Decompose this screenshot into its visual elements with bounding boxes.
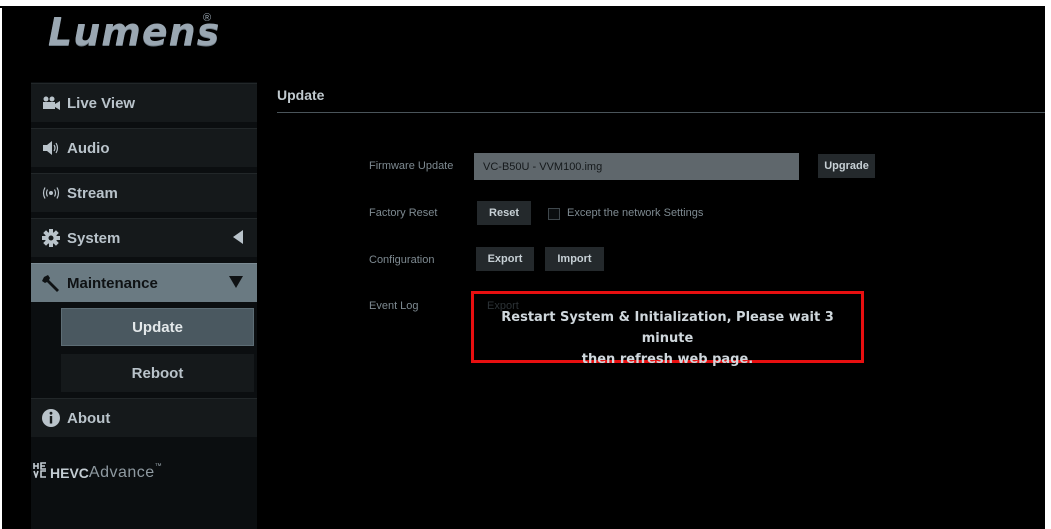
broadcast-icon <box>39 185 63 201</box>
event-log-label: Event Log <box>369 300 419 312</box>
sidebar-item-system[interactable]: System <box>31 218 257 257</box>
restart-notice-text: Restart System & Initialization, Please … <box>474 307 861 370</box>
subitem-reboot[interactable]: Reboot <box>61 354 254 392</box>
restart-notice-line2: then refresh web page. <box>581 352 754 367</box>
hevc-icon <box>33 462 47 483</box>
wrench-icon <box>39 274 63 292</box>
lumens-logo: Lumens <box>48 10 221 54</box>
sidebar-item-label: Maintenance <box>67 274 158 292</box>
firmware-update-label: Firmware Update <box>369 160 454 172</box>
collapse-arrow-icon <box>233 230 243 248</box>
sidebar-item-label: Audio <box>67 139 110 157</box>
reset-button[interactable]: Reset <box>477 201 531 225</box>
except-network-checkbox[interactable] <box>548 208 560 220</box>
gear-icon <box>39 228 63 248</box>
configuration-label: Configuration <box>369 254 435 266</box>
restart-notice-line1: Restart System & Initialization, Please … <box>501 310 834 346</box>
video-camera-icon <box>39 95 63 111</box>
title-divider <box>277 112 1045 113</box>
sidebar-item-label: Live View <box>67 94 136 112</box>
subitem-update[interactable]: Update <box>61 308 254 346</box>
sidebar-item-audio[interactable]: Audio <box>31 128 257 167</box>
upgrade-button[interactable]: Upgrade <box>818 154 875 178</box>
speaker-icon <box>39 140 63 156</box>
firmware-file-field[interactable]: VC-B50U - VVM100.img <box>474 153 799 180</box>
page-title: Update <box>277 87 325 103</box>
hevc-advance-logo: HEVC Advance ™ <box>33 462 162 483</box>
sidebar-item-live-view[interactable]: Live View <box>31 83 257 122</box>
sidebar-item-label: About <box>67 409 111 427</box>
expand-arrow-icon <box>229 275 243 292</box>
except-network-label: Except the network Settings <box>567 207 704 219</box>
info-icon <box>39 408 63 428</box>
config-export-button[interactable]: Export <box>476 247 534 271</box>
sidebar-item-label: Stream <box>67 184 118 202</box>
sidebar-item-about[interactable]: About <box>31 398 257 437</box>
top-divider <box>0 6 1045 8</box>
sidebar-item-stream[interactable]: Stream <box>31 173 257 212</box>
sidebar-item-maintenance[interactable]: Maintenance <box>31 263 257 302</box>
factory-reset-label: Factory Reset <box>369 207 438 219</box>
sidebar-item-label: System <box>67 229 121 247</box>
config-import-button[interactable]: Import <box>545 247 604 271</box>
registered-mark: ® <box>203 12 212 24</box>
